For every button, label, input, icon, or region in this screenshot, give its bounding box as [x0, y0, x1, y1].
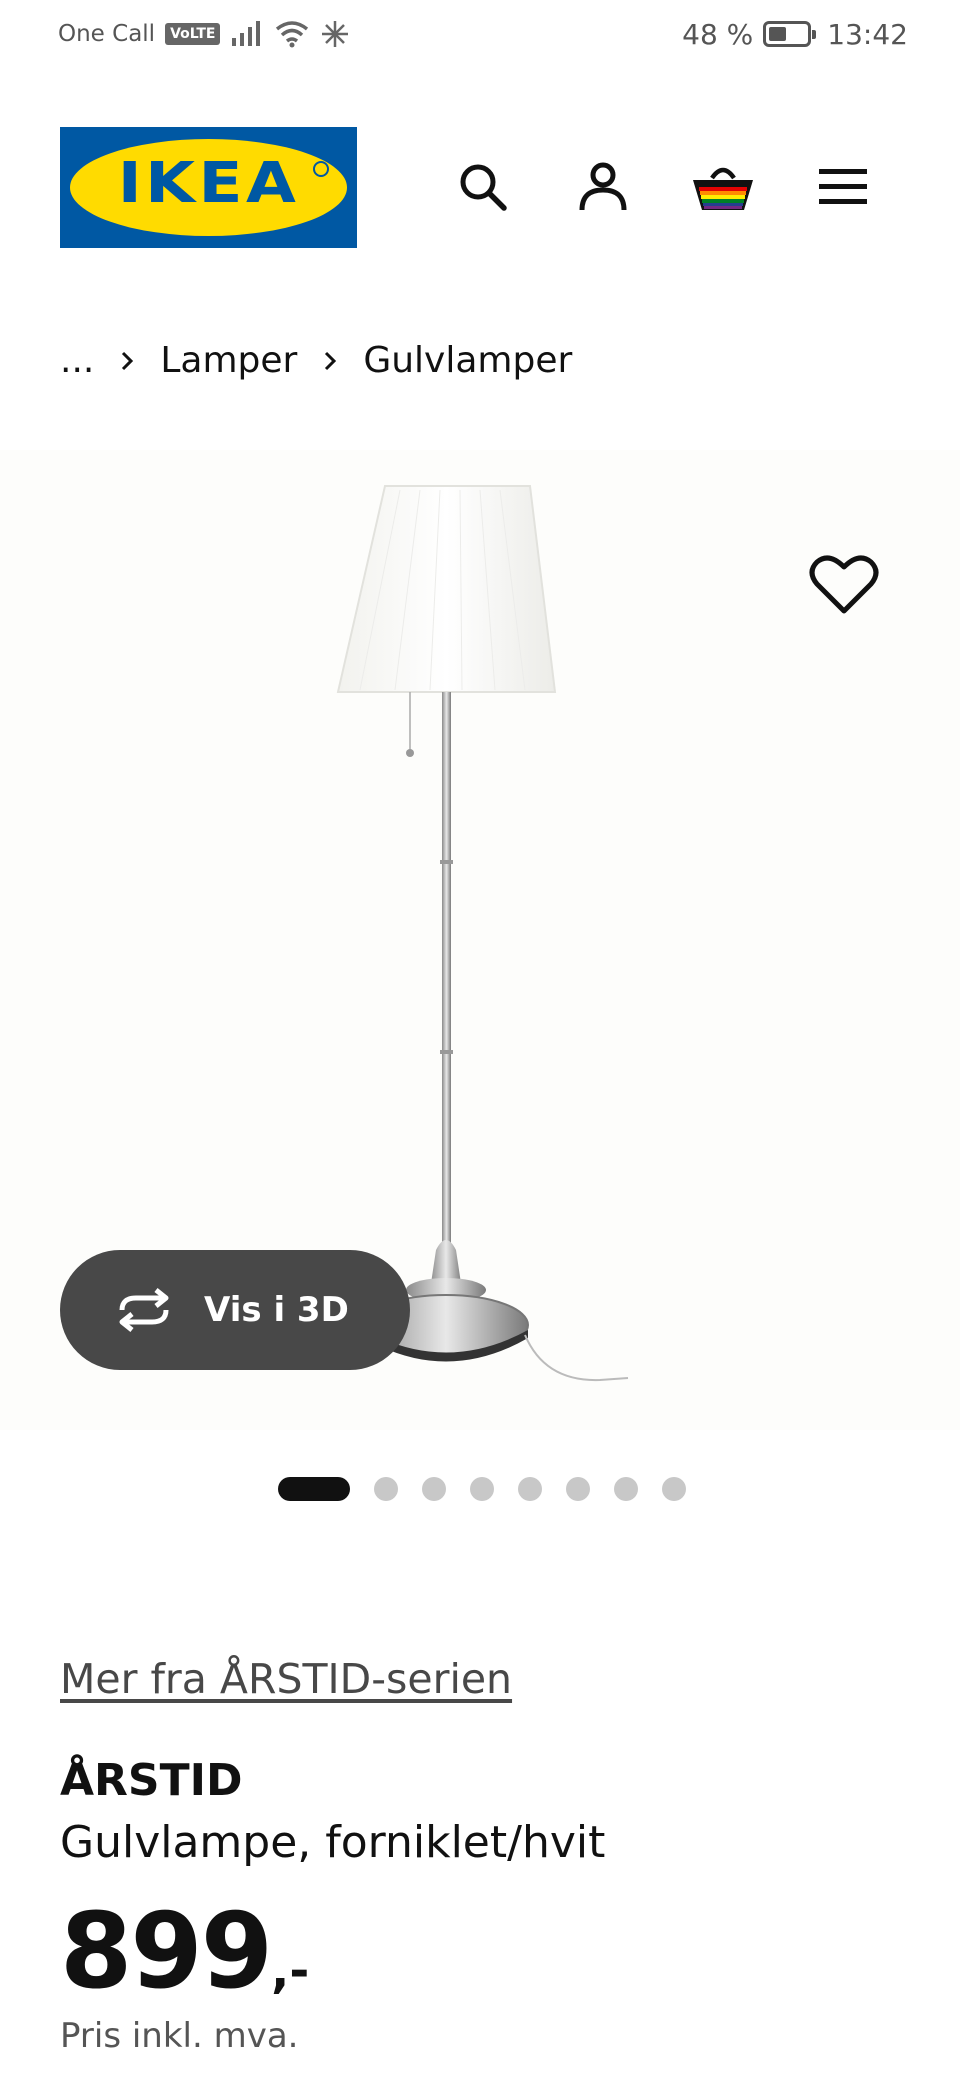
- product-name: ÅRSTID: [60, 1755, 243, 1806]
- series-link[interactable]: Mer fra ÅRSTID-serien: [60, 1655, 512, 1703]
- volte-badge: VoLTE: [165, 23, 221, 45]
- carousel-dot[interactable]: [422, 1477, 446, 1501]
- breadcrumb: ... Lamper Gulvlamper: [60, 340, 572, 381]
- breadcrumb-item-lamper[interactable]: Lamper: [160, 340, 297, 381]
- chevron-right-icon: [323, 340, 337, 381]
- signal-icon: [232, 21, 261, 46]
- breadcrumb-item-gulvlamper[interactable]: Gulvlamper: [363, 340, 572, 381]
- price-decimal: ,-: [271, 1943, 310, 1999]
- logo-text: IKEA: [117, 151, 300, 216]
- battery-icon: [763, 21, 817, 47]
- status-bar-right: 48 % 13:42: [682, 16, 908, 52]
- carousel-dot[interactable]: [518, 1477, 542, 1501]
- wifi-icon: [276, 21, 309, 48]
- ikea-logo[interactable]: IKEA: [60, 127, 357, 248]
- carousel-dot[interactable]: [278, 1477, 350, 1501]
- product-price: 899 ,-: [60, 1890, 309, 2012]
- rotate-3d-icon: [119, 1288, 169, 1332]
- chevron-right-icon: [120, 340, 134, 381]
- breadcrumb-ellipsis[interactable]: ...: [60, 340, 94, 381]
- battery-level: [769, 27, 787, 41]
- carousel-dot[interactable]: [662, 1477, 686, 1501]
- image-carousel-indicators: [278, 1477, 686, 1501]
- cart-icon[interactable]: [688, 152, 758, 222]
- product-description: Gulvlampe, forniklet/hvit: [60, 1817, 606, 1868]
- carrier-name: One Call: [58, 21, 156, 47]
- view-in-3d-button[interactable]: Vis i 3D: [60, 1250, 410, 1370]
- carousel-dot[interactable]: [470, 1477, 494, 1501]
- favorite-heart-icon[interactable]: [808, 553, 880, 617]
- status-bar-left: One Call VoLTE: [58, 16, 350, 52]
- carousel-dot[interactable]: [374, 1477, 398, 1501]
- price-integer: 899: [60, 1890, 273, 2012]
- search-icon[interactable]: [448, 152, 518, 222]
- battery-percent: 48 %: [682, 17, 754, 51]
- carousel-dot[interactable]: [566, 1477, 590, 1501]
- account-icon[interactable]: [568, 152, 638, 222]
- nfc-icon: [322, 21, 349, 47]
- registered-mark: [313, 161, 329, 177]
- carousel-dot[interactable]: [614, 1477, 638, 1501]
- clock: 13:42: [827, 17, 908, 51]
- menu-icon[interactable]: [808, 152, 878, 222]
- view-in-3d-label: Vis i 3D: [204, 1290, 349, 1330]
- price-note: Pris inkl. mva.: [60, 2016, 299, 2056]
